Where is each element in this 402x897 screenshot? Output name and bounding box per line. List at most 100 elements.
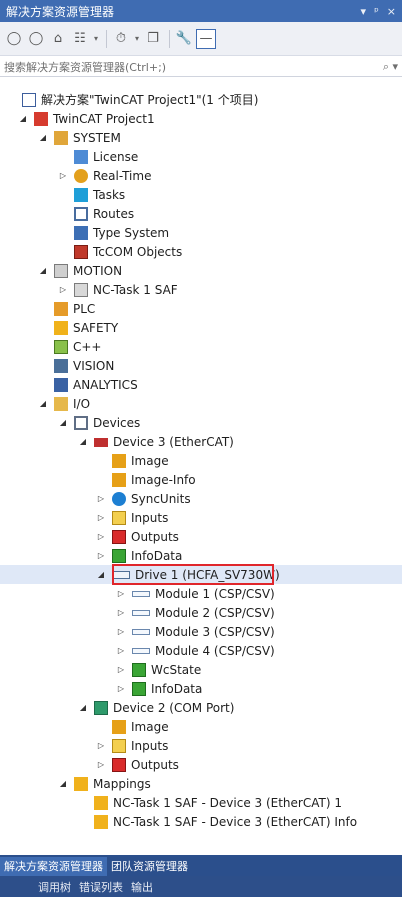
tab-call-tree[interactable]: 调用树 — [38, 879, 71, 895]
collapse-arrow-icon[interactable]: ◢ — [78, 437, 88, 446]
tree-item-label: Real-Time — [93, 168, 152, 183]
tree-item[interactable]: ▷ WcState — [0, 660, 402, 679]
tree-item[interactable]: ◢ I/O — [0, 394, 402, 413]
search-icon[interactable]: ⌕ ▾ — [383, 60, 398, 74]
back-icon[interactable]: ◯ — [4, 29, 24, 49]
tree-item[interactable]: ◢ MOTION — [0, 261, 402, 280]
tree-item[interactable]: ◢ Device 2 (COM Port) — [0, 698, 402, 717]
expand-arrow-icon[interactable]: ▷ — [58, 285, 68, 294]
home-icon[interactable]: ⌂ — [48, 29, 68, 49]
tree-item[interactable]: TcCOM Objects — [0, 242, 402, 261]
pin-icon[interactable]: — — [196, 28, 216, 49]
tree-item[interactable]: PLC — [0, 299, 402, 318]
pin-icon[interactable]: ᵖ — [374, 5, 379, 18]
sync-icon[interactable]: ☷ — [70, 29, 90, 49]
tree-item[interactable]: ▷ SyncUnits — [0, 489, 402, 508]
history-icon[interactable]: ⏱ — [111, 29, 131, 49]
tree-item[interactable]: ◢ Devices — [0, 413, 402, 432]
tree-item[interactable]: ▷ Outputs — [0, 527, 402, 546]
tree-item[interactable]: ◢ TwinCAT Project1 — [0, 109, 402, 128]
tree-item[interactable]: ▷ Module 4 (CSP/CSV) — [0, 641, 402, 660]
tree-item[interactable]: ▷ Module 1 (CSP/CSV) — [0, 584, 402, 603]
tree-item[interactable]: ▷ InfoData — [0, 546, 402, 565]
expand-arrow-icon[interactable]: ▷ — [116, 665, 126, 674]
tree-item[interactable]: Image-Info — [0, 470, 402, 489]
inputs-icon — [112, 510, 126, 525]
tree-item[interactable]: SAFETY — [0, 318, 402, 337]
collapse-arrow-icon[interactable]: ◢ — [96, 570, 106, 579]
tree-item[interactable]: ANALYTICS — [0, 375, 402, 394]
expand-arrow-icon[interactable]: ▷ — [116, 589, 126, 598]
tab-output[interactable]: 输出 — [131, 879, 153, 895]
tree-item[interactable]: C++ — [0, 337, 402, 356]
tab-error-list[interactable]: 错误列表 — [79, 879, 123, 895]
tree-item[interactable]: Image — [0, 717, 402, 736]
tree-item-label: Outputs — [131, 529, 179, 544]
tree-item[interactable]: ◢ SYSTEM — [0, 128, 402, 147]
window-dropdown-icon[interactable]: ▾ — [361, 5, 367, 18]
tree-item[interactable]: ▷ Outputs — [0, 755, 402, 774]
properties-icon[interactable]: 🔧 — [174, 29, 194, 49]
history-dropdown-icon[interactable]: ▾ — [133, 29, 141, 49]
collapse-arrow-icon[interactable]: ◢ — [78, 703, 88, 712]
tree-item[interactable]: Type System — [0, 223, 402, 242]
image-icon — [112, 453, 126, 468]
tree-item[interactable]: 解决方案"TwinCAT Project1"(1 个项目) — [0, 90, 402, 109]
tree-item[interactable]: ◢ Mappings — [0, 774, 402, 793]
tab-team-explorer[interactable]: 团队资源管理器 — [107, 857, 192, 876]
expand-arrow-icon[interactable]: ▷ — [96, 760, 106, 769]
close-icon[interactable]: × — [387, 5, 396, 18]
tree-item[interactable]: ▷ Real-Time — [0, 166, 402, 185]
tree-item[interactable]: Routes — [0, 204, 402, 223]
bottom-bar: 调用树 错误列表 输出 — [0, 876, 402, 897]
tree-item[interactable]: NC-Task 1 SAF - Device 3 (EtherCAT) 1 — [0, 793, 402, 812]
motion-icon — [54, 263, 68, 278]
expand-arrow-icon[interactable]: ▷ — [96, 532, 106, 541]
collapse-arrow-icon[interactable]: ◢ — [38, 399, 48, 408]
collapse-arrow-icon[interactable]: ◢ — [38, 133, 48, 142]
tree-item[interactable]: ▷ InfoData — [0, 679, 402, 698]
tree-item-label: Module 4 (CSP/CSV) — [155, 643, 275, 658]
search-placeholder: 搜索解决方案资源管理器(Ctrl+;) — [4, 60, 167, 74]
infodata-icon — [112, 548, 126, 563]
tree-item[interactable]: ◢ Device 3 (EtherCAT) — [0, 432, 402, 451]
tree-item[interactable]: ▷ Inputs — [0, 736, 402, 755]
tree-item[interactable]: NC-Task 1 SAF - Device 3 (EtherCAT) Info — [0, 812, 402, 831]
expand-arrow-icon[interactable]: ▷ — [116, 627, 126, 636]
collapse-arrow-icon[interactable]: ◢ — [58, 779, 68, 788]
tree-item-label: NC-Task 1 SAF - Device 3 (EtherCAT) 1 — [113, 795, 342, 810]
copy-icon[interactable]: ❐ — [143, 29, 163, 49]
search-input[interactable]: 搜索解决方案资源管理器(Ctrl+;) ⌕ ▾ — [0, 57, 402, 77]
tree-item-label: Module 2 (CSP/CSV) — [155, 605, 275, 620]
tree-item-label: Inputs — [131, 510, 169, 525]
expand-arrow-icon[interactable]: ▷ — [96, 494, 106, 503]
ethercat-device-icon — [94, 438, 108, 447]
expand-arrow-icon[interactable]: ▷ — [58, 171, 68, 180]
expand-arrow-icon[interactable]: ▷ — [116, 684, 126, 693]
forward-icon[interactable]: ◯ — [26, 29, 46, 49]
tree-item[interactable]: ▷ Inputs — [0, 508, 402, 527]
sync-dropdown-icon[interactable]: ▾ — [92, 29, 100, 49]
expand-arrow-icon[interactable]: ▷ — [96, 741, 106, 750]
expand-arrow-icon[interactable]: ▷ — [116, 608, 126, 617]
collapse-arrow-icon[interactable]: ◢ — [58, 418, 68, 427]
toolbar: ◯ ◯ ⌂ ☷ ▾ ⏱ ▾ ❐ 🔧 — — [0, 22, 402, 56]
module-icon — [132, 628, 150, 635]
tree-item-label: Device 3 (EtherCAT) — [113, 434, 234, 449]
tree-item[interactable]: ▷ NC-Task 1 SAF — [0, 280, 402, 299]
collapse-arrow-icon[interactable]: ◢ — [38, 266, 48, 275]
expand-arrow-icon[interactable]: ▷ — [116, 646, 126, 655]
tree-item[interactable]: VISION — [0, 356, 402, 375]
tree-item-label: License — [93, 149, 139, 164]
tree-item[interactable]: ▷ Module 3 (CSP/CSV) — [0, 622, 402, 641]
collapse-arrow-icon[interactable]: ◢ — [18, 114, 28, 123]
tree-item[interactable]: Tasks — [0, 185, 402, 204]
expand-arrow-icon[interactable]: ▷ — [96, 551, 106, 560]
tree-item[interactable]: ◢ Drive 1 (HCFA_SV730W) — [0, 564, 402, 585]
tab-solution-explorer[interactable]: 解决方案资源管理器 — [0, 857, 107, 876]
expand-arrow-icon[interactable]: ▷ — [96, 513, 106, 522]
tree-item[interactable]: Image — [0, 451, 402, 470]
tree-item[interactable]: License — [0, 147, 402, 166]
tree-item[interactable]: ▷ Module 2 (CSP/CSV) — [0, 603, 402, 622]
tree-item-label: SAFETY — [73, 320, 119, 335]
